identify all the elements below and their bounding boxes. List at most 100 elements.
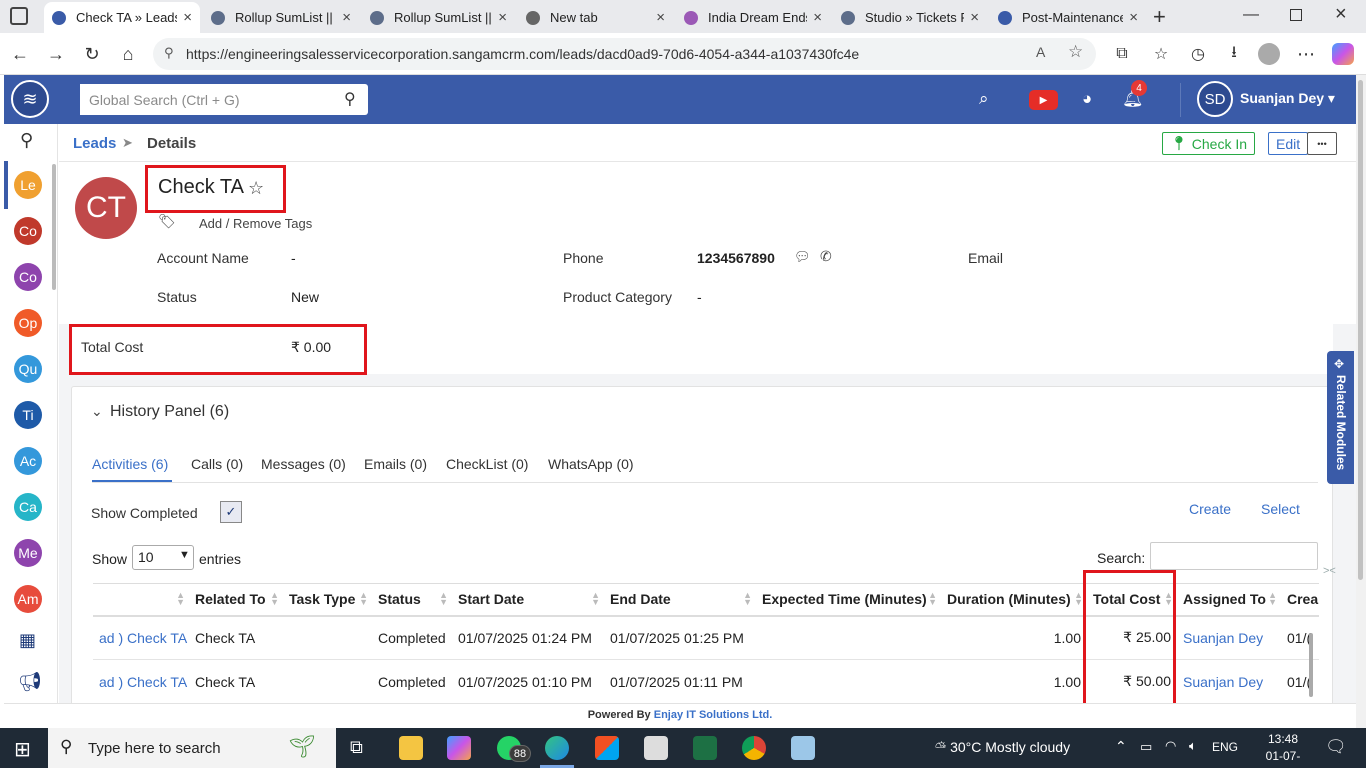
- browser-tab[interactable]: Studio » Tickets Fi ×: [833, 2, 987, 33]
- favorites-icon[interactable]: ☆: [1149, 42, 1173, 66]
- rail-item[interactable]: Op: [14, 309, 42, 337]
- battery-icon[interactable]: ▭: [1140, 739, 1152, 755]
- add-remove-tags-link[interactable]: Add / Remove Tags: [199, 216, 312, 231]
- profile-icon[interactable]: [1258, 43, 1280, 65]
- tab-checklist[interactable]: CheckList (0): [446, 456, 528, 472]
- downloads-icon[interactable]: ⭳: [1222, 42, 1246, 66]
- rail-item[interactable]: Qu: [14, 355, 42, 383]
- more-menu-icon[interactable]: ⋯: [1294, 42, 1318, 66]
- edge-icon[interactable]: [545, 736, 569, 760]
- table-scroll-thumb[interactable]: [1309, 633, 1313, 697]
- rail-search-icon[interactable]: ⚲: [20, 130, 33, 151]
- collapse-sidebar-icon[interactable]: ><: [1323, 565, 1336, 577]
- tray-chevron-icon[interactable]: ⌃: [1115, 738, 1127, 755]
- browser-tab[interactable]: Rollup SumList || S ×: [362, 2, 515, 33]
- restore-button[interactable]: [1290, 9, 1302, 21]
- browser-tab[interactable]: Check TA » LeadsD ×: [44, 2, 200, 33]
- rail-item[interactable]: Co: [14, 217, 42, 245]
- tab-whatsapp[interactable]: WhatsApp (0): [548, 456, 634, 472]
- tab-activities[interactable]: Activities (6): [92, 456, 168, 472]
- refresh-button[interactable]: ↻: [80, 42, 104, 66]
- close-tab-icon[interactable]: ×: [183, 9, 192, 26]
- page-scrollbar-thumb[interactable]: [1358, 80, 1363, 580]
- excel-icon[interactable]: [693, 736, 717, 760]
- close-tab-icon[interactable]: ×: [498, 9, 507, 26]
- forward-button[interactable]: →: [44, 42, 68, 66]
- close-tab-icon[interactable]: ×: [656, 9, 665, 26]
- table-cell[interactable]: ad ) Check TA: [93, 659, 189, 704]
- close-tab-icon[interactable]: ×: [813, 9, 822, 26]
- globe-icon[interactable]: ◕: [1082, 89, 1092, 109]
- tab-emails[interactable]: Emails (0): [364, 456, 427, 472]
- wifi-icon[interactable]: ◠: [1165, 738, 1176, 754]
- close-tab-icon[interactable]: ×: [970, 9, 979, 26]
- read-aloud-icon[interactable]: A: [1036, 44, 1045, 60]
- new-tab-button[interactable]: +: [1153, 4, 1166, 30]
- tab-actions-icon[interactable]: [10, 7, 28, 25]
- user-avatar[interactable]: SD: [1197, 81, 1233, 117]
- global-search-input[interactable]: [80, 84, 330, 115]
- close-window-button[interactable]: ×: [1335, 3, 1347, 26]
- column-header[interactable]: Assigned To ▲ ▼: [1177, 583, 1281, 617]
- column-header[interactable]: Duration (Minutes) ▲ ▼: [941, 583, 1087, 617]
- column-header[interactable]: Related To ▲ ▼: [189, 583, 283, 617]
- breadcrumb-leads-link[interactable]: Leads: [73, 135, 116, 152]
- table-cell[interactable]: Suanjan Dey: [1177, 659, 1281, 704]
- extensions-icon[interactable]: ⧉: [1110, 42, 1134, 66]
- table-search-input[interactable]: [1150, 542, 1318, 570]
- rail-item[interactable]: Co: [14, 263, 42, 291]
- clock[interactable]: 13:48 01-07-2025: [1255, 731, 1311, 782]
- favorite-star-icon[interactable]: ☆: [1068, 42, 1083, 62]
- calendar-grid-icon[interactable]: ▦: [19, 630, 36, 651]
- show-completed-checkbox[interactable]: ✓: [220, 501, 242, 523]
- taskbar-search[interactable]: ⚲ Type here to search 🌱︎: [48, 728, 336, 768]
- browser-tab[interactable]: India Dream Ends ×: [676, 2, 830, 33]
- close-tab-icon[interactable]: ×: [1129, 9, 1138, 26]
- tab-calls[interactable]: Calls (0): [191, 456, 243, 472]
- notifications-icon[interactable]: 🗨︎: [1325, 737, 1347, 757]
- site-info-icon[interactable]: ⚲: [164, 45, 174, 61]
- volume-icon[interactable]: 🔈︎: [1189, 738, 1197, 754]
- tab-messages[interactable]: Messages (0): [261, 456, 346, 472]
- minimize-button[interactable]: —: [1243, 6, 1259, 24]
- rail-scrollbar[interactable]: [52, 164, 56, 290]
- announcement-icon[interactable]: 📢︎: [18, 670, 42, 694]
- url-field[interactable]: ⚲ https://engineeringsalesservicecorpora…: [153, 38, 1096, 70]
- rail-item[interactable]: Am: [14, 585, 42, 613]
- language-indicator[interactable]: ENG: [1212, 740, 1238, 754]
- related-modules-tab[interactable]: ✥ Related Modules: [1327, 351, 1354, 484]
- column-header[interactable]: Task Type ▲ ▼: [283, 583, 372, 617]
- column-header[interactable]: Status ▲ ▼: [372, 583, 452, 617]
- rail-item[interactable]: Ca: [14, 493, 42, 521]
- whatsapp-icon[interactable]: ✆: [820, 248, 832, 265]
- table-cell[interactable]: ad ) Check TA: [93, 615, 189, 660]
- rail-item[interactable]: Ac: [14, 447, 42, 475]
- user-menu[interactable]: Suanjan Dey ▾: [1240, 90, 1335, 107]
- chrome-icon[interactable]: [742, 736, 766, 760]
- search-icon[interactable]: ⚲: [344, 89, 356, 109]
- column-header[interactable]: Crea: [1281, 583, 1319, 617]
- collapse-chevron-icon[interactable]: ⌄: [91, 403, 103, 420]
- app-logo[interactable]: ≋: [11, 80, 49, 118]
- record-search-icon[interactable]: ⌕: [979, 89, 989, 109]
- favorite-star-icon[interactable]: ☆: [248, 178, 264, 199]
- weather-widget[interactable]: ⛅︎ 30°C Mostly cloudy: [935, 739, 1070, 756]
- store-icon[interactable]: [595, 736, 619, 760]
- file-explorer-icon[interactable]: [399, 736, 423, 760]
- history-icon[interactable]: ◷: [1186, 42, 1210, 66]
- entries-select[interactable]: 10 ▼: [132, 545, 194, 570]
- browser-tab[interactable]: Post-Maintenance ×: [990, 2, 1146, 33]
- task-view-icon[interactable]: ⧉: [350, 737, 363, 758]
- rail-item[interactable]: Me: [14, 539, 42, 567]
- check-in-button[interactable]: 📍︎ Check In: [1162, 132, 1256, 155]
- start-icon[interactable]: ⊞: [14, 737, 31, 762]
- youtube-icon[interactable]: ▶: [1029, 90, 1058, 110]
- copilot-icon[interactable]: [1332, 43, 1354, 65]
- column-header[interactable]: Expected Time (Minutes) ▲ ▼: [756, 583, 941, 617]
- copilot-app-icon[interactable]: [447, 736, 471, 760]
- close-tab-icon[interactable]: ×: [342, 9, 351, 26]
- rail-item[interactable]: Ti: [14, 401, 42, 429]
- home-button[interactable]: ⌂: [116, 42, 140, 66]
- back-button[interactable]: ←: [8, 42, 32, 66]
- mail-icon[interactable]: [644, 736, 668, 760]
